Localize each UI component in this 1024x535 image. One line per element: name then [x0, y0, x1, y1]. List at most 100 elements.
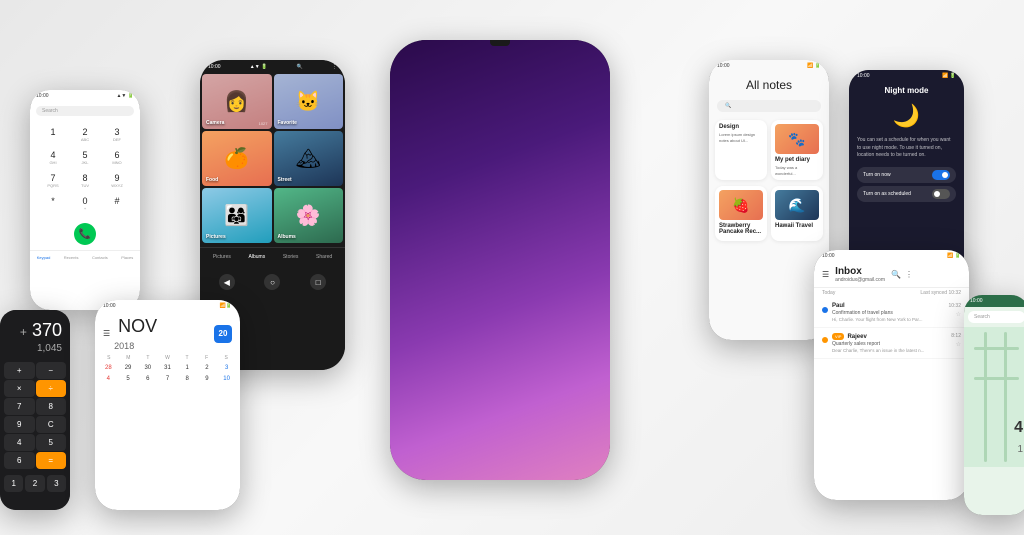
night-option-2[interactable]: Turn on as scheduled [857, 186, 956, 202]
key-1[interactable]: 1 [38, 124, 68, 145]
calc-btn-6[interactable]: 6 [4, 452, 35, 469]
cal-day[interactable]: 7 [158, 374, 177, 384]
calc-btn-4[interactable]: 4 [4, 434, 35, 451]
gallery-icons: ▲▼ 🔋 [250, 64, 268, 70]
email-star-paul[interactable]: ☆ [956, 311, 961, 318]
gallery-count-camera: 1027 [259, 121, 268, 126]
key-0[interactable]: 0+ [70, 193, 100, 214]
cal-day[interactable]: 3 [217, 363, 236, 373]
note-hawaii[interactable]: 🌊 Hawaii Travel [771, 186, 823, 241]
dialer-search[interactable]: Search [36, 106, 134, 116]
email-subject-paul: Confirmation of travel plans [832, 310, 944, 316]
nav-recent[interactable]: □ [310, 274, 326, 290]
maps-screen: 10:00 Search 4 1 [964, 295, 1024, 515]
note-pet-diary[interactable]: 🐾 My pet diary Today was a wonderful... [771, 120, 823, 180]
key-hash[interactable]: # [102, 193, 132, 214]
calc-sub-result: 1,045 [8, 343, 62, 354]
toggle-on[interactable] [932, 170, 950, 180]
gallery-cell-street[interactable]: 🏔 Street [274, 131, 344, 186]
calc-btn-2[interactable]: 2 [25, 475, 44, 492]
cal-day[interactable]: 30 [138, 363, 157, 373]
email-sender-paul: Paul [832, 303, 944, 309]
wd-tue: T [138, 355, 158, 361]
gallery-cell-albums[interactable]: 🌸 Albums [274, 188, 344, 243]
tab-contacts[interactable]: Contacts [92, 255, 108, 260]
calc-btn-eq[interactable]: = [36, 452, 67, 469]
cal-day[interactable]: 28 [99, 363, 118, 373]
email-sender-rajeev: Rajeev [847, 334, 866, 340]
dialer-keypad: 1 2ABC 3DEF 4GHI 5JKL 6MNO 7PQRS 8TUV 9W… [30, 120, 140, 218]
gallery-cell-food[interactable]: 🍊 Food [202, 131, 272, 186]
key-5[interactable]: 5JKL [70, 147, 100, 168]
key-4[interactable]: 4GHI [38, 147, 68, 168]
key-6[interactable]: 6MNO [102, 147, 132, 168]
key-3[interactable]: 3DEF [102, 124, 132, 145]
tab-shared[interactable]: Shared [316, 254, 332, 260]
tab-albums[interactable]: Albums [249, 254, 266, 260]
tab-recents[interactable]: Recents [64, 255, 79, 260]
cal-day[interactable]: 1 [178, 363, 197, 373]
gallery-cell-cat[interactable]: 🐱 Favorite [274, 74, 344, 129]
cal-day[interactable]: 31 [158, 363, 177, 373]
email-item-rajeev[interactable]: VIP Rajeev Quarterly sales report Dear C… [814, 328, 969, 359]
key-9[interactable]: 9WXYZ [102, 170, 132, 191]
note-pancake[interactable]: 🍓 Strawberry Pancake Rec... [715, 186, 767, 241]
email-screen: 10:00 📶 🔋 ☰ Inbox androidux@gmail.com 🔍 … [814, 250, 969, 500]
calc-btn-plus[interactable]: + [4, 362, 35, 379]
email-star-rajeev[interactable]: ☆ [956, 341, 961, 348]
toggle-off[interactable] [932, 189, 950, 199]
cal-day[interactable]: 5 [119, 374, 138, 384]
key-star[interactable]: * [38, 193, 68, 214]
gallery-search[interactable]: 🔍 [297, 64, 303, 70]
map-road-h2 [974, 377, 1019, 380]
wd-sat: S [216, 355, 236, 361]
cal-day[interactable]: 8 [178, 374, 197, 384]
gallery-more[interactable]: ⋮ [332, 64, 337, 70]
calc-btn-mult[interactable]: × [4, 380, 35, 397]
email-meta-rajeev: 8:12 ☆ [951, 333, 961, 353]
calc-btn-3[interactable]: 3 [47, 475, 66, 492]
nav-back[interactable]: ◀ [219, 274, 235, 290]
map-road-h [974, 347, 1019, 350]
calc-btn-div[interactable]: ÷ [36, 380, 67, 397]
maps-status: 10:00 [964, 295, 1024, 307]
cal-day[interactable]: 9 [198, 374, 217, 384]
key-8[interactable]: 8TUV [70, 170, 100, 191]
night-option-1[interactable]: Turn on now [857, 167, 956, 183]
note-design[interactable]: Design Lorem ipsum design notes about UI… [715, 120, 767, 180]
key-2[interactable]: 2ABC [70, 124, 100, 145]
calc-btn-5[interactable]: 5 [36, 434, 67, 451]
cal-day[interactable]: 2 [198, 363, 217, 373]
calc-btn-clear[interactable]: C [36, 416, 67, 433]
notes-search[interactable]: 🔍 [717, 100, 821, 112]
tab-stories[interactable]: Stories [283, 254, 299, 260]
calc-btn-7[interactable]: 7 [4, 398, 35, 415]
calc-btn-9[interactable]: 9 [4, 416, 35, 433]
call-button[interactable]: 📞 [74, 223, 96, 245]
cal-day[interactable]: 29 [119, 363, 138, 373]
cal-month: NOV [118, 316, 157, 337]
maps-search[interactable]: Search [968, 311, 1024, 323]
pancake-image: 🍓 [719, 190, 763, 220]
notes-time: 10:00 [717, 63, 730, 69]
calc-btn-minus[interactable]: − [36, 362, 67, 379]
gallery-cell-woman[interactable]: 👩 Camera 1027 [202, 74, 272, 129]
tab-places[interactable]: Places [121, 255, 133, 260]
gallery-cell-pictures[interactable]: 👨‍👩‍👧 Pictures [202, 188, 272, 243]
cal-day[interactable]: 10 [217, 374, 236, 384]
email-more-icon[interactable]: ⋮ [905, 270, 913, 279]
calc-btn-1[interactable]: 1 [4, 475, 23, 492]
email-search-icon[interactable]: 🔍 [891, 270, 901, 279]
calc-btn-8[interactable]: 8 [36, 398, 67, 415]
key-7[interactable]: 7PQRS [38, 170, 68, 191]
tab-pictures[interactable]: Pictures [213, 254, 231, 260]
email-hamburger[interactable]: ☰ [822, 270, 829, 279]
tab-keypad[interactable]: Keypad [37, 255, 51, 260]
cal-status: 10:00 📶🔋 [95, 300, 240, 312]
cal-hamburger[interactable]: ☰ [103, 329, 110, 338]
cal-day[interactable]: 4 [99, 374, 118, 384]
cal-day[interactable]: 6 [138, 374, 157, 384]
nav-home[interactable]: ○ [264, 274, 280, 290]
gallery-time: 10:00 [208, 64, 221, 70]
email-item-paul[interactable]: Paul Confirmation of travel plans Hi, Ch… [814, 298, 969, 328]
